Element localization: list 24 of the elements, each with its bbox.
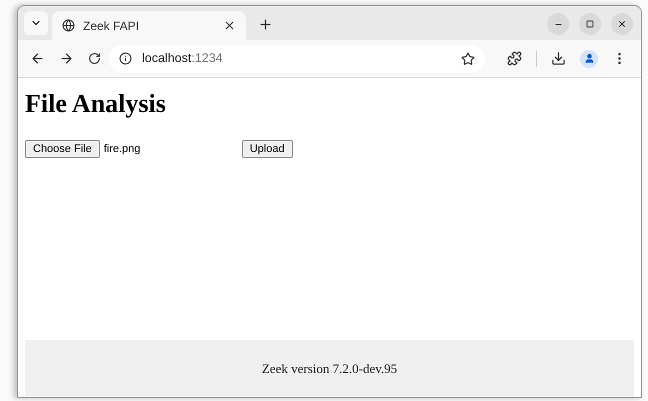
choose-file-button[interactable]: Choose File	[25, 140, 100, 158]
footer-text: Zeek version 7.2.0-dev.95	[262, 360, 398, 378]
maximize-button[interactable]	[579, 13, 601, 35]
close-button[interactable]	[611, 13, 633, 35]
extensions-icon[interactable]	[507, 51, 522, 66]
tab-title: Zeek FAPI	[83, 18, 140, 34]
close-icon[interactable]	[223, 19, 236, 32]
url-text: localhost:1234	[142, 50, 224, 68]
page-heading: File Analysis	[25, 88, 167, 120]
download-icon[interactable]	[551, 51, 566, 66]
star-icon[interactable]	[461, 52, 475, 66]
file-name: fire.png	[104, 142, 142, 157]
back-icon[interactable]	[30, 51, 45, 66]
upload-button[interactable]: Upload	[242, 140, 293, 158]
forward-icon[interactable]	[59, 51, 74, 66]
address-bar[interactable]: localhost:1234	[109, 44, 485, 72]
new-tab-icon[interactable]	[258, 17, 273, 32]
globe-icon	[62, 19, 75, 32]
reload-icon[interactable]	[88, 52, 101, 65]
profile-icon[interactable]	[580, 50, 598, 68]
close-icon	[617, 19, 627, 29]
info-icon[interactable]	[119, 52, 132, 65]
maximize-icon	[586, 20, 594, 28]
browser-tab[interactable]: Zeek FAPI	[52, 11, 246, 40]
